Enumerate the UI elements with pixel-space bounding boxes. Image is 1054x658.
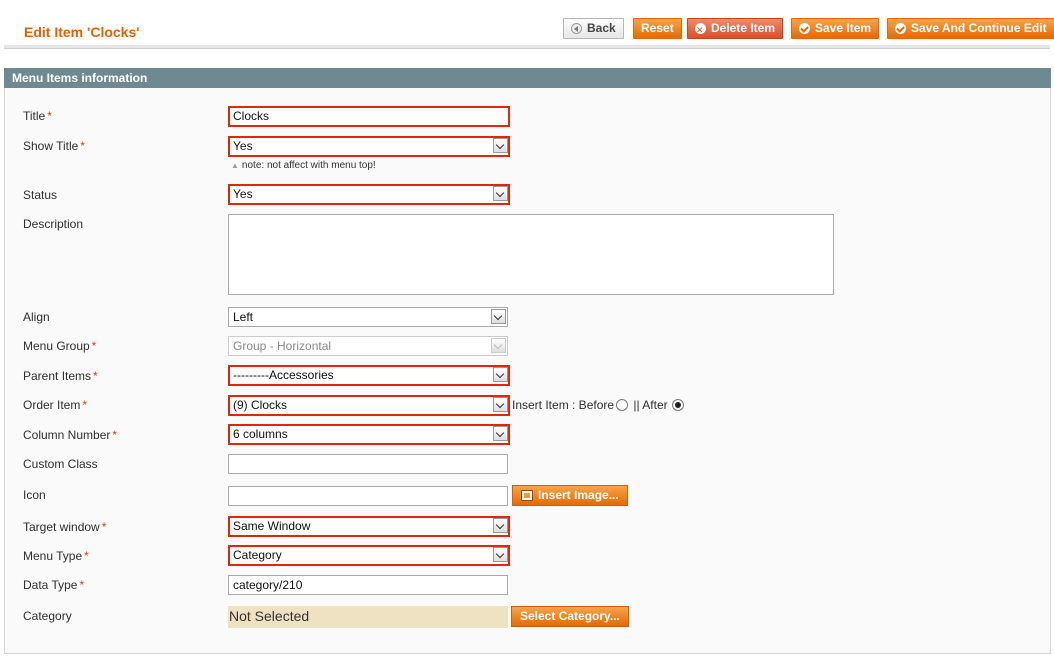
insert-after-radio[interactable] xyxy=(671,399,684,411)
reset-button-label: Reset xyxy=(641,21,674,35)
title-input[interactable]: Clocks xyxy=(228,106,510,127)
form-fieldset xyxy=(4,88,1051,654)
target-window-label: Target window * xyxy=(23,520,107,534)
reset-button[interactable]: Reset xyxy=(633,18,682,39)
column-number-label: Column Number * xyxy=(23,428,118,442)
menu-type-label: Menu Type * xyxy=(23,549,89,563)
chevron-down-icon xyxy=(493,186,508,201)
icon-label: Icon xyxy=(23,488,46,502)
custom-class-label: Custom Class xyxy=(23,457,98,471)
target-window-select[interactable]: Same Window xyxy=(228,516,510,537)
back-arrow-icon xyxy=(571,23,582,34)
icon-input[interactable] xyxy=(228,486,508,506)
section-header: Menu Items information xyxy=(4,68,1051,88)
insert-image-button-label: Insert Image... xyxy=(538,488,619,502)
insert-image-button[interactable]: Insert Image... xyxy=(512,485,628,506)
page-title: Edit Item 'Clocks' xyxy=(24,24,140,40)
note-triangle-icon: ▲ xyxy=(231,161,239,170)
chevron-down-icon xyxy=(493,138,508,153)
image-icon xyxy=(521,490,533,501)
save-item-button[interactable]: Save Item xyxy=(791,18,880,39)
show-title-note: ▲ note: not affect with menu top! xyxy=(231,160,376,171)
align-select[interactable]: Left xyxy=(228,307,508,327)
show-title-select[interactable]: Yes xyxy=(228,136,510,157)
save-and-continue-button-label: Save And Continue Edit xyxy=(911,21,1047,35)
status-label: Status xyxy=(23,188,58,202)
delete-item-button-label: Delete Item xyxy=(711,21,776,35)
delete-icon xyxy=(695,21,706,40)
chevron-down-icon xyxy=(491,338,506,353)
menu-type-select[interactable]: Category xyxy=(228,545,510,566)
chevron-down-icon xyxy=(493,518,508,533)
align-label: Align xyxy=(23,310,50,324)
show-title-label: Show Title * xyxy=(23,139,86,153)
chevron-down-icon xyxy=(493,547,508,562)
insert-position: Insert Item : Before || After xyxy=(512,398,686,412)
data-type-label: Data Type * xyxy=(23,578,85,592)
parent-items-select[interactable]: ---------Accessories xyxy=(228,365,510,386)
column-number-select[interactable]: 6 columns xyxy=(228,424,510,445)
menu-group-label: Menu Group * xyxy=(23,339,97,353)
insert-after-label: || After xyxy=(630,398,668,412)
select-category-button-label: Select Category... xyxy=(520,609,620,623)
parent-items-label: Parent Items * xyxy=(23,369,98,383)
insert-before-radio[interactable] xyxy=(616,399,629,411)
delete-item-button[interactable]: Delete Item xyxy=(687,18,784,40)
category-label: Category xyxy=(23,609,72,623)
category-value: Not Selected xyxy=(228,606,508,628)
back-button-label: Back xyxy=(587,21,616,35)
insert-before-label: Insert Item : Before xyxy=(512,398,615,412)
order-item-select[interactable]: (9) Clocks xyxy=(228,395,510,416)
order-item-label: Order Item * xyxy=(23,398,88,412)
description-label: Description xyxy=(23,217,84,231)
data-type-input[interactable]: category/210 xyxy=(228,575,508,595)
status-select[interactable]: Yes xyxy=(228,184,510,205)
header-divider xyxy=(4,45,1050,49)
chevron-down-icon xyxy=(491,309,506,324)
save-and-continue-button[interactable]: Save And Continue Edit xyxy=(887,18,1054,39)
custom-class-input[interactable] xyxy=(228,454,508,474)
save-item-button-label: Save Item xyxy=(815,21,872,35)
chevron-down-icon xyxy=(493,426,508,441)
description-textarea[interactable] xyxy=(228,214,834,295)
check-icon xyxy=(799,23,810,34)
chevron-down-icon xyxy=(493,367,508,382)
title-label: Title * xyxy=(23,109,52,123)
check-icon xyxy=(895,23,906,34)
chevron-down-icon xyxy=(493,397,508,412)
back-button[interactable]: Back xyxy=(563,18,624,39)
select-category-button[interactable]: Select Category... xyxy=(511,606,629,627)
menu-group-select: Group - Horizontal xyxy=(228,336,508,356)
